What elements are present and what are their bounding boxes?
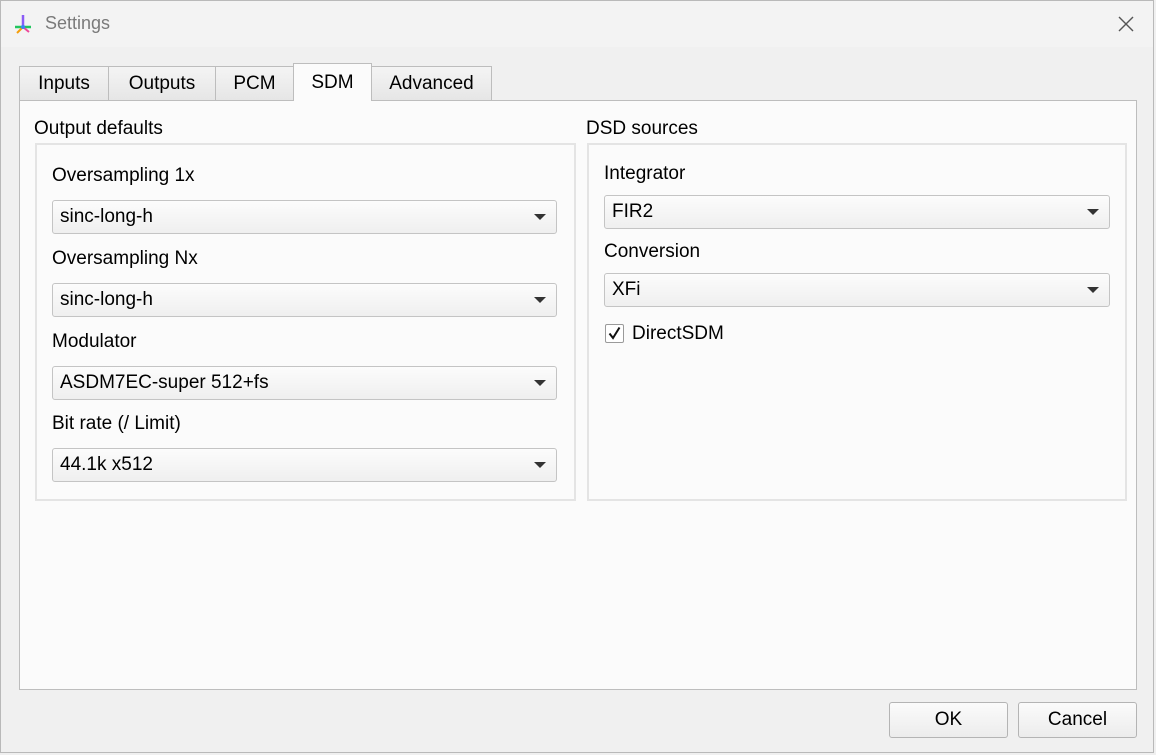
chevron-down-icon bbox=[534, 462, 546, 468]
integrator-select[interactable]: FIR2 bbox=[604, 195, 1110, 229]
chevron-down-icon bbox=[534, 297, 546, 303]
integrator-label: Integrator bbox=[604, 163, 686, 184]
settings-dialog: Settings Inputs Outputs PCM SDM Advanced… bbox=[0, 0, 1154, 753]
tab-outputs[interactable]: Outputs bbox=[108, 66, 216, 100]
sdm-tab-panel: Output defaults Oversampling 1x sinc-lon… bbox=[19, 100, 1137, 690]
tab-sdm[interactable]: SDM bbox=[293, 63, 372, 101]
integrator-value: FIR2 bbox=[612, 201, 654, 222]
oversampling-nx-label: Oversampling Nx bbox=[52, 248, 198, 269]
modulator-label: Modulator bbox=[52, 331, 137, 352]
output-defaults-group: Oversampling 1x sinc-long-h Oversampling… bbox=[35, 143, 576, 501]
dsd-sources-group: Integrator FIR2 Conversion XFi DirectSDM bbox=[587, 143, 1127, 501]
dsd-sources-title: DSD sources bbox=[586, 118, 698, 139]
bit-rate-label: Bit rate (/ Limit) bbox=[52, 413, 181, 434]
oversampling-1x-select[interactable]: sinc-long-h bbox=[52, 200, 557, 234]
chevron-down-icon bbox=[534, 380, 546, 386]
tab-inputs[interactable]: Inputs bbox=[19, 66, 109, 100]
close-button[interactable] bbox=[1099, 1, 1153, 47]
bit-rate-select[interactable]: 44.1k x512 bbox=[52, 448, 557, 482]
conversion-select[interactable]: XFi bbox=[604, 273, 1110, 307]
modulator-select[interactable]: ASDM7EC-super 512+fs bbox=[52, 366, 557, 400]
tab-pcm[interactable]: PCM bbox=[215, 66, 294, 100]
chevron-down-icon bbox=[1087, 209, 1099, 215]
ok-button[interactable]: OK bbox=[889, 702, 1008, 738]
oversampling-nx-select[interactable]: sinc-long-h bbox=[52, 283, 557, 317]
tab-advanced[interactable]: Advanced bbox=[371, 66, 492, 100]
title-bar[interactable]: Settings bbox=[1, 1, 1153, 47]
close-icon bbox=[1118, 16, 1134, 32]
cancel-button[interactable]: Cancel bbox=[1018, 702, 1137, 738]
oversampling-1x-value: sinc-long-h bbox=[60, 206, 153, 227]
direct-sdm-checkbox[interactable] bbox=[605, 324, 624, 343]
modulator-value: ASDM7EC-super 512+fs bbox=[60, 372, 269, 393]
oversampling-1x-label: Oversampling 1x bbox=[52, 165, 195, 186]
chevron-down-icon bbox=[534, 214, 546, 220]
app-icon bbox=[15, 15, 31, 34]
bit-rate-value: 44.1k x512 bbox=[60, 454, 153, 475]
oversampling-nx-value: sinc-long-h bbox=[60, 289, 153, 310]
direct-sdm-label[interactable]: DirectSDM bbox=[632, 323, 724, 345]
checkmark-icon bbox=[608, 326, 621, 340]
chevron-down-icon bbox=[1087, 287, 1099, 293]
conversion-value: XFi bbox=[612, 279, 641, 300]
window-title: Settings bbox=[45, 13, 111, 33]
conversion-label: Conversion bbox=[604, 241, 701, 262]
output-defaults-title: Output defaults bbox=[34, 118, 163, 139]
